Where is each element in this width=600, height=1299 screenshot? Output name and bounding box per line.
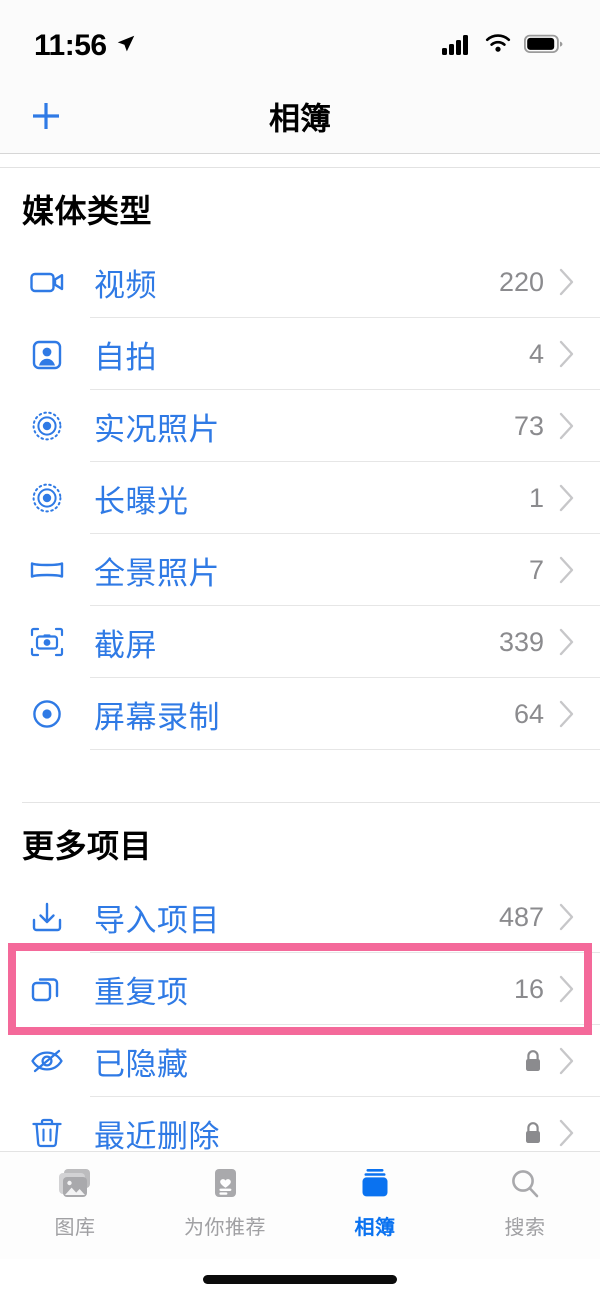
tab-label: 为你推荐 [184,1217,266,1239]
row-label: 自拍 [94,339,157,375]
status-left-group: 11:56 [34,29,137,63]
row-label: 导入项目 [94,902,220,938]
albums-icon [357,1164,393,1204]
home-indicator-area [0,1259,600,1299]
row-selfies[interactable]: 自拍 4 [0,318,600,390]
row-count: 4 [528,338,544,369]
row-panoramas[interactable]: 全景照片 7 [0,534,600,606]
row-count: 73 [513,410,544,441]
home-indicator[interactable] [203,1274,397,1284]
chevron-right-icon [558,1118,576,1148]
live-photo-icon [22,406,72,446]
albums-list[interactable]: 媒体类型 视频 220 自拍 4 实况照片 73 长曝光 1 全景照片 7 截屏… [0,154,600,1151]
tab-library[interactable]: 图库 [0,1164,150,1240]
chevron-right-icon [558,555,576,585]
row-count: 220 [498,266,544,297]
section-header-other: 更多项目 [22,828,153,864]
row-count: 1 [528,482,544,513]
tab-bar: 图库 为你推荐 相簿 搜索 [0,1151,600,1259]
wifi-icon [484,33,512,60]
row-videos[interactable]: 视频 220 [0,246,600,318]
row-live-photos[interactable]: 实况照片 73 [0,390,600,462]
status-right-group [442,33,564,60]
row-label: 实况照片 [94,411,220,447]
long-exposure-icon [22,478,72,518]
chevron-right-icon [558,627,576,657]
row-duplicates[interactable]: 重复项 16 [0,953,600,1025]
row-screenshots[interactable]: 截屏 339 [0,606,600,678]
section-header-media-types: 媒体类型 [22,193,153,229]
row-label: 截屏 [94,627,157,663]
search-icon [508,1164,542,1204]
battery-icon [523,33,564,60]
location-arrow-icon [115,33,137,60]
status-time: 11:56 [34,29,107,62]
row-long-exposure[interactable]: 长曝光 1 [0,462,600,534]
row-count: 7 [528,554,544,585]
import-icon [22,897,72,937]
row-screen-recordings[interactable]: 屏幕录制 64 [0,678,600,750]
tab-label: 相簿 [354,1217,396,1239]
for-you-icon [208,1164,242,1204]
lock-icon [522,1048,544,1074]
row-hidden[interactable]: 已隐藏 [0,1025,600,1097]
tab-search[interactable]: 搜索 [450,1164,600,1240]
selfie-person-icon [22,334,72,374]
screenshot-icon [22,622,72,662]
row-count: 64 [513,698,544,729]
tab-label: 搜索 [504,1217,546,1239]
duplicates-icon [22,969,72,1009]
status-bar: 11:56 [0,0,600,78]
chevron-right-icon [558,699,576,729]
video-camera-icon [22,262,72,302]
chevron-right-icon [558,902,576,932]
row-count: 339 [498,626,544,657]
row-label: 视频 [94,267,157,303]
lock-icon [522,1120,544,1146]
row-count: 16 [513,973,544,1004]
trash-icon [22,1113,72,1151]
row-imports[interactable]: 导入项目 487 [0,881,600,953]
panorama-icon [22,550,72,590]
row-label: 长曝光 [94,483,189,519]
row-label: 最近删除 [94,1118,220,1152]
row-label: 已隐藏 [94,1046,189,1082]
chevron-right-icon [558,339,576,369]
chevron-right-icon [558,411,576,441]
photos-library-icon [55,1164,95,1204]
navigation-bar: 相簿 [0,78,600,154]
eye-slash-icon [22,1041,72,1081]
row-separator [90,749,600,750]
chevron-right-icon [558,1046,576,1076]
tab-for-you[interactable]: 为你推荐 [150,1164,300,1240]
row-count: 487 [498,901,544,932]
row-label: 重复项 [94,974,189,1010]
tab-albums[interactable]: 相簿 [300,1164,450,1240]
photos-albums-screen: 11:56 相簿 媒体类型 视频 220 自拍 4 实况照片 73 长曝光 1 … [0,0,600,1299]
screen-record-icon [22,694,72,734]
tab-label: 图库 [54,1217,96,1239]
cellular-signal-icon [442,33,472,60]
page-title: 相簿 [269,101,331,136]
row-recently-deleted[interactable]: 最近删除 [0,1097,600,1151]
chevron-right-icon [558,483,576,513]
chevron-right-icon [558,267,576,297]
row-label: 全景照片 [94,555,220,591]
chevron-right-icon [558,974,576,1004]
row-label: 屏幕录制 [94,699,220,735]
